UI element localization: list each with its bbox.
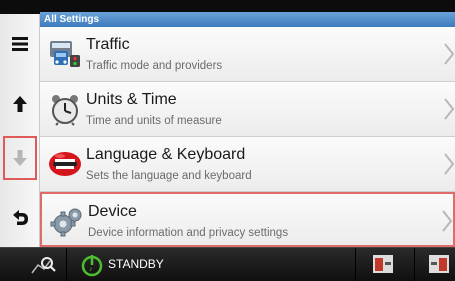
item-title: Traffic: [86, 36, 130, 53]
chevron-right-icon: [444, 153, 455, 175]
standby-icon[interactable]: ♪: [80, 253, 104, 277]
side-navigation: [0, 14, 40, 247]
chevron-right-icon: [442, 210, 453, 232]
item-subtitle: Time and units of measure: [86, 115, 222, 127]
list-item-language-keyboard[interactable]: Language & Keyboard Sets the language an…: [40, 137, 455, 192]
item-title: Device: [88, 203, 137, 220]
split-screen-alt-icon[interactable]: [428, 254, 450, 274]
item-subtitle: Traffic mode and providers: [86, 60, 223, 72]
standby-label[interactable]: STANDBY: [108, 257, 164, 271]
divider: [414, 248, 415, 281]
item-subtitle: Sets the language and keyboard: [86, 170, 252, 182]
settings-list: Traffic Traffic mode and providers Units…: [40, 27, 455, 247]
mouth-icon: [49, 152, 81, 176]
back-icon: [13, 210, 28, 225]
back-button[interactable]: [0, 196, 40, 240]
gears-icon: [50, 208, 82, 237]
item-title: Units & Time: [86, 91, 177, 108]
list-item-traffic[interactable]: Traffic Traffic mode and providers: [40, 27, 455, 82]
item-subtitle: Device information and privacy settings: [88, 227, 289, 239]
bottom-bar: ♪ STANDBY: [0, 247, 455, 281]
menu-icon: [12, 37, 28, 51]
divider: [66, 248, 67, 281]
traffic-icon: [50, 41, 80, 67]
scroll-down-button[interactable]: [3, 136, 37, 180]
svg-text:♪: ♪: [89, 266, 93, 273]
chevron-right-icon: [444, 98, 455, 120]
arrow-up-icon: [13, 96, 27, 112]
item-title: Language & Keyboard: [86, 146, 246, 163]
page-title: All Settings: [40, 12, 455, 27]
chevron-right-icon: [444, 43, 455, 65]
split-screen-icon[interactable]: [372, 254, 394, 274]
list-item-units-time[interactable]: Units & Time Time and units of measure: [40, 82, 455, 137]
menu-button[interactable]: [0, 22, 40, 66]
search-map-icon[interactable]: [30, 255, 56, 275]
divider: [355, 248, 356, 281]
arrow-down-icon: [13, 150, 27, 166]
clock-icon: [52, 95, 78, 126]
list-item-device[interactable]: Device Device information and privacy se…: [40, 192, 455, 247]
scroll-up-button[interactable]: [0, 82, 40, 126]
